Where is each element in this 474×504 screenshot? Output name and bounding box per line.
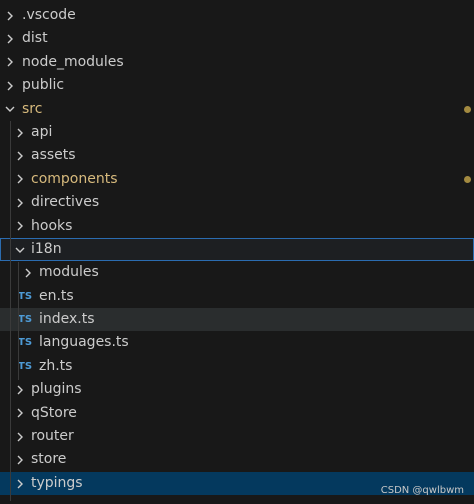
- tree-item-store[interactable]: store: [0, 448, 474, 471]
- tree-item-label: typings: [31, 474, 83, 491]
- modified-dot-icon: [464, 175, 471, 183]
- typescript-file-icon: TS: [18, 290, 33, 302]
- file-explorer-tree: .vscode dist node_modules public src api…: [0, 4, 474, 496]
- tree-item-router[interactable]: router: [0, 425, 474, 448]
- tree-item-label: plugins: [31, 381, 82, 398]
- tree-item-i18n[interactable]: i18n: [0, 237, 474, 262]
- tree-item-label: .vscode: [22, 7, 76, 23]
- chevron-right-icon: [3, 51, 17, 74]
- tree-item-label: assets: [31, 147, 76, 164]
- chevron-right-icon: [13, 472, 27, 495]
- tree-item-src[interactable]: src: [0, 98, 474, 121]
- tree-item-label: en.ts: [39, 287, 74, 304]
- typescript-file-icon: TS: [18, 360, 33, 372]
- tree-item-directives[interactable]: directives: [0, 191, 474, 214]
- tree-item-label: dist: [22, 30, 48, 47]
- indent-guide: [18, 262, 19, 380]
- watermark-text: CSDN @qwlbwm: [380, 485, 464, 496]
- tree-item-modules[interactable]: modules: [0, 261, 474, 284]
- chevron-right-icon: [13, 402, 27, 425]
- tree-item-label: directives: [31, 194, 100, 211]
- tree-item-label: store: [31, 451, 67, 468]
- chevron-right-icon: [13, 215, 27, 238]
- tree-item-zh-ts[interactable]: TS zh.ts: [0, 355, 474, 378]
- tree-item-qstore[interactable]: qStore: [0, 402, 474, 425]
- tree-item-index-ts[interactable]: TS index.ts: [0, 308, 474, 332]
- modified-dot-icon: [464, 105, 471, 113]
- chevron-right-icon: [21, 261, 35, 284]
- tree-item-label: modules: [39, 264, 99, 281]
- tree-item-label: public: [22, 77, 65, 94]
- tree-item-label: router: [31, 428, 74, 445]
- chevron-right-icon: [13, 378, 27, 401]
- tree-item-plugins[interactable]: plugins: [0, 378, 474, 401]
- indent-guide: [10, 121, 11, 501]
- tree-item-hooks[interactable]: hooks: [0, 215, 474, 238]
- chevron-right-icon: [13, 191, 27, 214]
- typescript-file-icon: TS: [18, 314, 33, 326]
- tree-item-label: languages.ts: [39, 334, 129, 351]
- tree-item-vscode[interactable]: .vscode: [0, 4, 474, 27]
- chevron-down-icon: [13, 238, 27, 261]
- tree-item-label: qStore: [31, 404, 77, 421]
- tree-item-api[interactable]: api: [0, 121, 474, 144]
- chevron-right-icon: [13, 168, 27, 191]
- tree-item-node-modules[interactable]: node_modules: [0, 51, 474, 74]
- tree-item-label: i18n: [31, 240, 62, 257]
- tree-item-en-ts[interactable]: TS en.ts: [0, 285, 474, 308]
- chevron-down-icon: [3, 98, 17, 121]
- chevron-right-icon: [13, 448, 27, 471]
- chevron-right-icon: [3, 4, 17, 27]
- tree-item-dist[interactable]: dist: [0, 27, 474, 50]
- tree-item-label: node_modules: [22, 53, 124, 70]
- tree-item-label: src: [22, 100, 43, 117]
- tree-item-label: api: [31, 123, 53, 140]
- chevron-right-icon: [3, 27, 17, 50]
- chevron-right-icon: [3, 74, 17, 97]
- tree-item-assets[interactable]: assets: [0, 144, 474, 167]
- chevron-right-icon: [13, 425, 27, 448]
- tree-item-label: hooks: [31, 217, 73, 234]
- tree-item-languages-ts[interactable]: TS languages.ts: [0, 331, 474, 354]
- chevron-right-icon: [13, 121, 27, 144]
- tree-item-label: index.ts: [39, 311, 95, 328]
- tree-item-label: components: [31, 170, 118, 187]
- typescript-file-icon: TS: [18, 337, 33, 349]
- tree-item-public[interactable]: public: [0, 74, 474, 97]
- tree-item-label: zh.ts: [39, 357, 73, 374]
- chevron-right-icon: [13, 144, 27, 167]
- tree-item-components[interactable]: components: [0, 168, 474, 191]
